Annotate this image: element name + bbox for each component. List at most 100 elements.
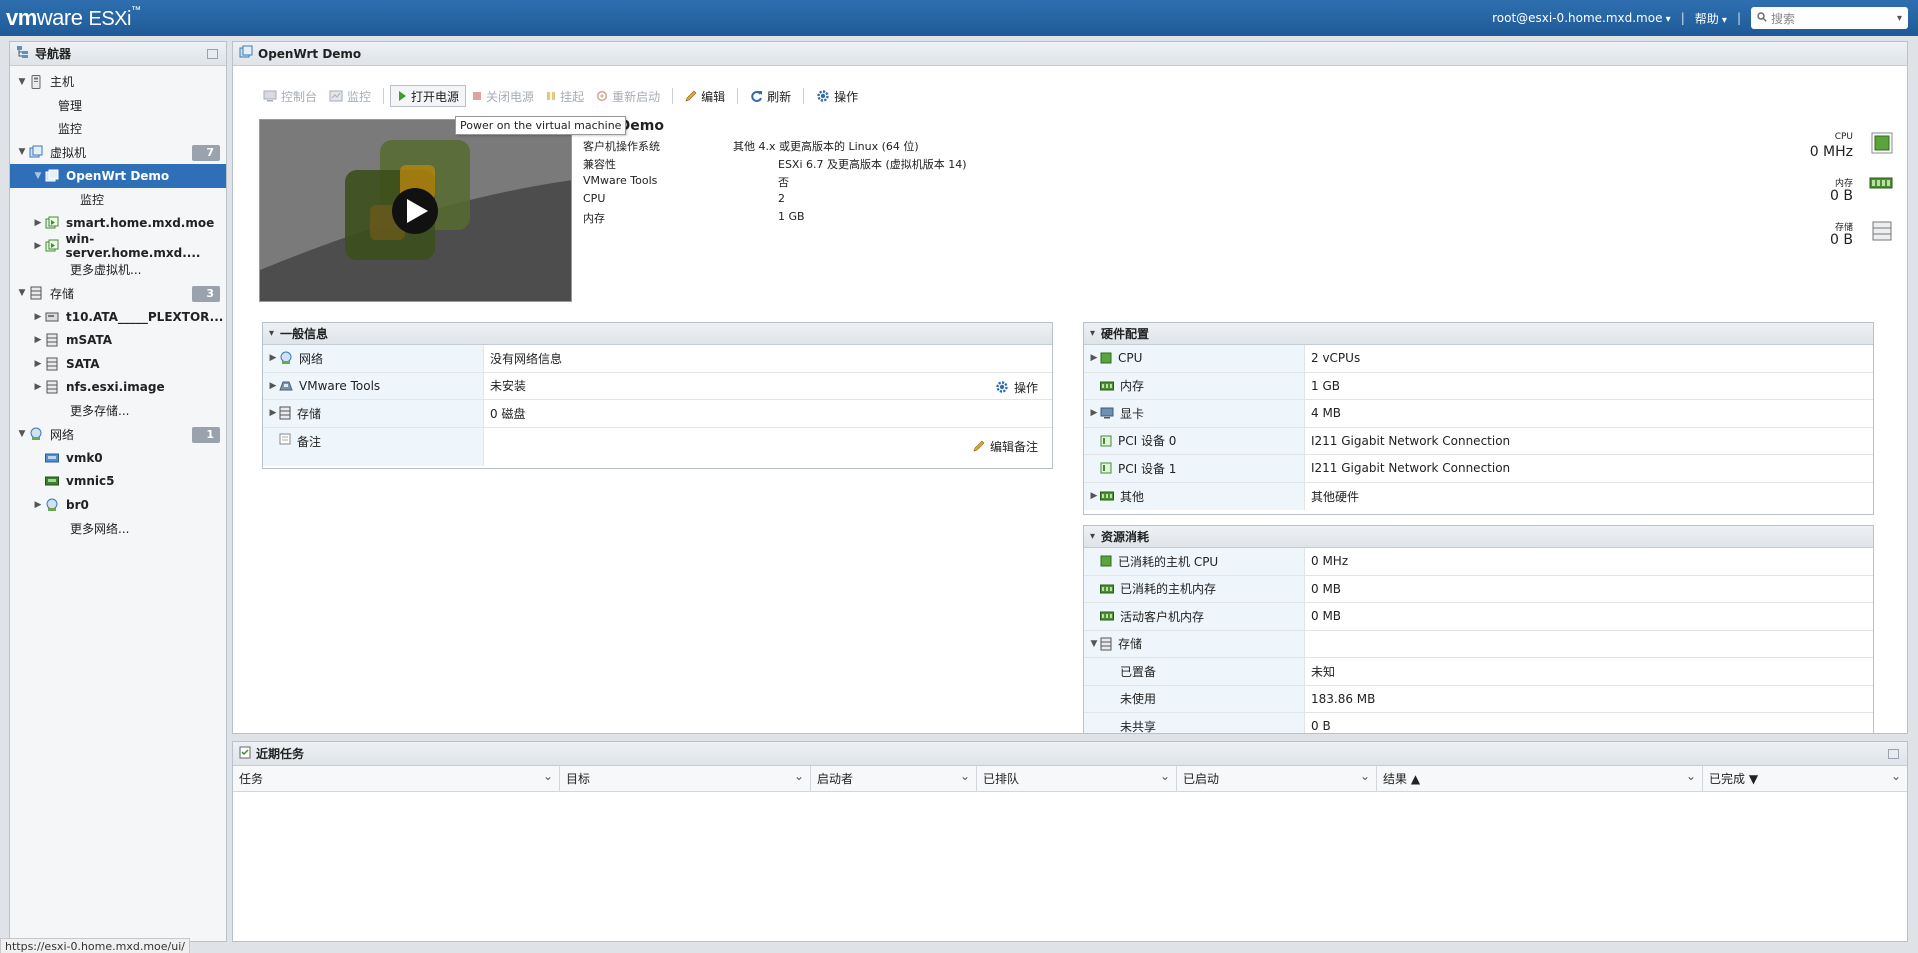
col-result[interactable]: 结果 ▲ xyxy=(1377,766,1703,791)
nav-host[interactable]: ▼ 主机 xyxy=(10,70,226,94)
pencil-icon xyxy=(685,90,697,102)
expand-right-icon[interactable]: ▶ xyxy=(32,500,44,510)
vm-details-panel: OpenWrt Demo 控制台 监控 打开电源 关闭电源 挂起 重新启动 编辑… xyxy=(232,41,1908,734)
cpu-stat: CPU 0 MHz xyxy=(1783,128,1893,172)
restart-button[interactable]: 重新启动 xyxy=(590,85,666,107)
edit-notes-button[interactable]: 编辑备注 xyxy=(973,438,1038,455)
expand-down-icon[interactable]: ▼ xyxy=(16,429,28,439)
res-guest-memory-row: 活动客户机内存 0 MB xyxy=(1084,603,1873,631)
col-target[interactable]: 目标 xyxy=(560,766,811,791)
disk-icon xyxy=(44,310,60,324)
expand-right-icon[interactable]: ▶ xyxy=(1088,491,1100,501)
nav-vm-win-server[interactable]: ▶ win-server.home.mxd.... xyxy=(10,232,226,260)
monitor-button[interactable]: 监控 xyxy=(323,85,377,107)
expand-right-icon[interactable]: ▶ xyxy=(267,381,279,391)
top-header: vmwareESXi™ root@esxi-0.home.mxd.moe | 帮… xyxy=(0,0,1918,36)
nav-more-networks[interactable]: 更多网络... xyxy=(10,517,226,541)
expand-right-icon[interactable]: ▶ xyxy=(32,359,44,369)
vm-panel-header: OpenWrt Demo xyxy=(233,42,1907,66)
col-initiator[interactable]: 启动者 xyxy=(811,766,977,791)
nav-network-vmk0[interactable]: vmk0 xyxy=(10,446,226,470)
vm-console-thumbnail[interactable] xyxy=(259,119,572,302)
nav-datastore-sata[interactable]: ▶ SATA xyxy=(10,352,226,376)
nav-datastore-nfs[interactable]: ▶ nfs.esxi.image xyxy=(10,376,226,400)
expand-down-icon[interactable]: ▼ xyxy=(16,288,28,298)
nav-network[interactable]: ▼ 网络 1 xyxy=(10,423,226,447)
pci-device-icon xyxy=(1100,435,1112,447)
cpu-icon xyxy=(1871,132,1893,157)
nav-host-monitor[interactable]: 监控 xyxy=(10,117,226,141)
res-host-cpu-row: 已消耗的主机 CPU 0 MHz xyxy=(1084,548,1873,576)
expand-right-icon[interactable]: ▶ xyxy=(1088,408,1100,418)
nav-datastore-msata[interactable]: ▶ mSATA xyxy=(10,329,226,353)
monitor-icon xyxy=(1100,407,1114,419)
general-info-header[interactable]: 一般信息 xyxy=(263,323,1052,345)
search-dropdown-icon[interactable]: ▾ xyxy=(1897,13,1902,24)
tools-actions-button[interactable]: 操作 xyxy=(995,379,1038,396)
actions-button[interactable]: 操作 xyxy=(810,85,864,107)
memory-stat: 内存 0 B xyxy=(1783,172,1893,216)
expand-right-icon[interactable]: ▶ xyxy=(32,241,44,251)
navigator-icon xyxy=(16,45,30,62)
hw-memory-row: 内存 1 GB xyxy=(1084,372,1873,400)
recent-tasks-collapse-button[interactable] xyxy=(1888,749,1899,759)
resource-consumption-header[interactable]: 资源消耗 xyxy=(1084,526,1873,548)
hardware-config-card: 硬件配置 ▶ CPU 2 vCPUs 内存 1 GB ▶ 显卡 4 MB xyxy=(1083,322,1874,515)
power-on-tooltip: Power on the virtual machine xyxy=(455,116,627,135)
nav-vms[interactable]: ▼ 虚拟机 7 xyxy=(10,141,226,165)
col-task[interactable]: 任务 xyxy=(233,766,560,791)
nav-more-vms[interactable]: 更多虚拟机... xyxy=(10,258,226,282)
nav-vm-monitor[interactable]: 监控 xyxy=(10,188,226,212)
general-notes-row: 备注 编辑备注 xyxy=(263,427,1052,466)
nav-storage[interactable]: ▼ 存储 3 xyxy=(10,282,226,306)
edit-button[interactable]: 编辑 xyxy=(679,85,731,107)
expand-right-icon[interactable]: ▶ xyxy=(1088,353,1100,363)
col-started[interactable]: 已启动 xyxy=(1177,766,1377,791)
vm-toolbar: 控制台 监控 打开电源 关闭电源 挂起 重新启动 编辑 刷新 操作 xyxy=(257,85,864,107)
nav-datastore-plextor[interactable]: ▶ t10.ATA_____PLEXTOR... xyxy=(10,305,226,329)
nav-vm-openwrt-demo[interactable]: ▼ OpenWrt Demo xyxy=(10,164,226,188)
nav-network-br0[interactable]: ▶ br0 xyxy=(10,493,226,517)
console-button[interactable]: 控制台 xyxy=(257,85,323,107)
expand-right-icon[interactable]: ▶ xyxy=(267,408,279,418)
storage-stat: 存储 0 B xyxy=(1783,216,1893,260)
expand-down-icon[interactable]: ▼ xyxy=(32,171,44,181)
nav-host-manage[interactable]: 管理 xyxy=(10,94,226,118)
navigator-panel: 导航器 ▼ 主机 管理 监控 ▼ 虚拟机 7 ▼ OpenWrt Demo 监控… xyxy=(9,41,227,942)
gear-icon xyxy=(816,89,830,103)
hardware-config-header[interactable]: 硬件配置 xyxy=(1084,323,1873,345)
expand-right-icon[interactable]: ▶ xyxy=(32,218,44,228)
memory-icon xyxy=(1100,611,1114,621)
expand-right-icon[interactable]: ▶ xyxy=(32,335,44,345)
storage-icon xyxy=(28,286,44,300)
tasks-icon xyxy=(239,745,251,762)
vms-icon xyxy=(28,145,44,159)
expand-down-icon[interactable]: ▼ xyxy=(1088,639,1100,649)
refresh-button[interactable]: 刷新 xyxy=(744,85,797,107)
nav-vm-smart[interactable]: ▶ smart.home.mxd.moe xyxy=(10,211,226,235)
navigator-collapse-button[interactable] xyxy=(207,49,218,59)
other-hardware-icon xyxy=(1100,491,1114,501)
vm-icon xyxy=(239,45,253,62)
expand-down-icon[interactable]: ▼ xyxy=(16,77,28,87)
power-off-button[interactable]: 关闭电源 xyxy=(466,85,540,107)
expand-right-icon[interactable]: ▶ xyxy=(32,312,44,322)
expand-down-icon[interactable]: ▼ xyxy=(16,147,28,157)
power-off-icon xyxy=(472,91,482,101)
network-icon xyxy=(279,351,293,365)
help-menu[interactable]: 帮助 xyxy=(1695,10,1727,27)
expand-right-icon[interactable]: ▶ xyxy=(267,353,279,363)
search-input[interactable]: 搜索 ▾ xyxy=(1751,7,1908,29)
nav-network-vmnic5[interactable]: vmnic5 xyxy=(10,470,226,494)
datastore-icon xyxy=(44,380,60,394)
suspend-button[interactable]: 挂起 xyxy=(540,85,590,107)
col-completed[interactable]: 已完成 ▼ xyxy=(1703,766,1907,791)
recent-tasks-panel: 近期任务 任务 目标 启动者 已排队 已启动 结果 ▲ 已完成 ▼ xyxy=(232,741,1908,942)
user-menu[interactable]: root@esxi-0.home.mxd.moe xyxy=(1492,11,1671,25)
col-queued[interactable]: 已排队 xyxy=(977,766,1177,791)
general-network-row: ▶ 网络 没有网络信息 xyxy=(263,345,1052,373)
nav-more-storage[interactable]: 更多存储... xyxy=(10,399,226,423)
power-on-button[interactable]: 打开电源 xyxy=(390,85,467,107)
navigator-header: 导航器 xyxy=(10,42,226,66)
expand-right-icon[interactable]: ▶ xyxy=(32,382,44,392)
